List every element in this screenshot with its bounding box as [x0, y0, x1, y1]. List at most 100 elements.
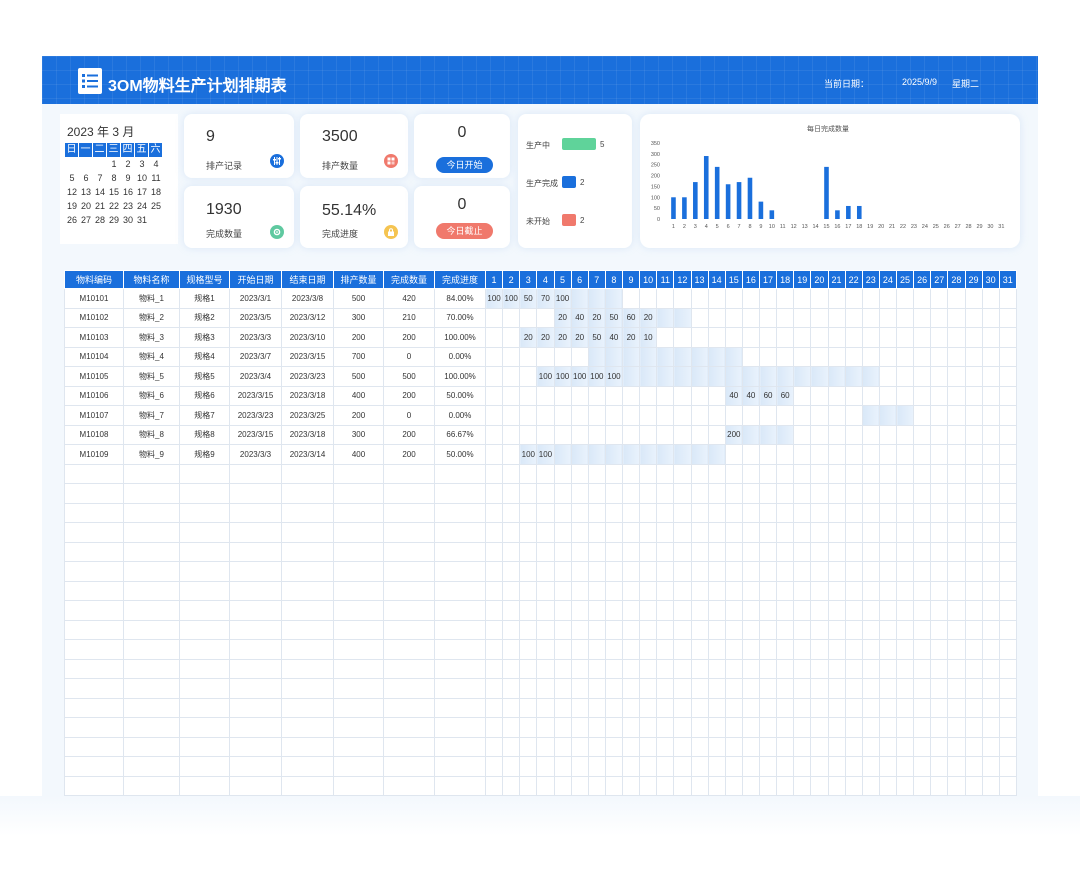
empty-cell[interactable]	[281, 541, 334, 562]
day-cell[interactable]: 100	[536, 444, 555, 465]
day-cell[interactable]	[484, 405, 504, 426]
empty-cell[interactable]	[333, 483, 384, 504]
day-cell[interactable]	[673, 307, 692, 328]
day-cell[interactable]	[844, 405, 863, 426]
empty-cell[interactable]	[621, 502, 641, 523]
empty-cell[interactable]	[484, 600, 504, 621]
empty-cell[interactable]	[947, 580, 966, 601]
day-cell[interactable]	[673, 385, 692, 406]
empty-cell[interactable]	[861, 541, 880, 562]
empty-cell[interactable]	[895, 502, 915, 523]
calendar-day[interactable]: 29	[107, 213, 121, 227]
empty-cell[interactable]	[519, 678, 538, 699]
day-cell[interactable]	[895, 288, 915, 309]
empty-cell[interactable]	[604, 502, 624, 523]
day-cell[interactable]	[502, 327, 521, 348]
empty-cell[interactable]	[861, 619, 880, 640]
empty-cell[interactable]	[998, 658, 1017, 679]
empty-cell[interactable]	[604, 639, 624, 660]
empty-cell[interactable]	[810, 639, 829, 660]
empty-cell[interactable]	[861, 775, 880, 796]
day-cell[interactable]: 20	[587, 307, 606, 328]
empty-cell[interactable]	[656, 756, 675, 777]
day-cell[interactable]	[998, 327, 1017, 348]
empty-cell[interactable]	[553, 658, 572, 679]
day-cell[interactable]: 20	[536, 327, 555, 348]
empty-cell[interactable]	[724, 736, 743, 757]
day-cell[interactable]: 20	[639, 307, 658, 328]
day-cell[interactable]	[570, 444, 589, 465]
empty-cell[interactable]	[656, 580, 675, 601]
day-cell[interactable]: 60	[776, 385, 795, 406]
empty-cell[interactable]	[810, 463, 829, 484]
empty-cell[interactable]	[878, 502, 898, 523]
day-cell[interactable]: 60	[621, 307, 641, 328]
day-cell[interactable]	[707, 385, 726, 406]
empty-cell[interactable]	[981, 697, 1000, 718]
day-cell[interactable]	[861, 385, 880, 406]
empty-cell[interactable]	[536, 502, 555, 523]
empty-cell[interactable]	[758, 678, 778, 699]
day-cell[interactable]	[519, 366, 538, 387]
empty-cell[interactable]	[844, 561, 863, 582]
empty-cell[interactable]	[930, 775, 949, 796]
day-cell[interactable]	[570, 288, 589, 309]
day-cell[interactable]	[758, 405, 778, 426]
empty-cell[interactable]	[758, 541, 778, 562]
empty-cell[interactable]	[123, 697, 180, 718]
empty-cell[interactable]	[123, 580, 180, 601]
empty-cell[interactable]	[434, 463, 486, 484]
empty-cell[interactable]	[707, 658, 726, 679]
empty-cell[interactable]	[123, 483, 180, 504]
empty-cell[interactable]	[333, 775, 384, 796]
empty-cell[interactable]	[981, 756, 1000, 777]
empty-cell[interactable]	[484, 639, 504, 660]
day-cell[interactable]	[741, 405, 761, 426]
calendar-day[interactable]: 15	[107, 185, 121, 199]
empty-cell[interactable]	[179, 541, 230, 562]
day-cell[interactable]	[484, 444, 504, 465]
calendar-day[interactable]: 20	[79, 199, 93, 213]
calendar-day[interactable]: 19	[65, 199, 79, 213]
day-cell[interactable]	[981, 424, 1000, 445]
day-cell[interactable]	[587, 346, 606, 367]
empty-cell[interactable]	[621, 561, 641, 582]
empty-cell[interactable]	[895, 561, 915, 582]
day-cell[interactable]: 50	[587, 327, 606, 348]
empty-cell[interactable]	[878, 580, 898, 601]
empty-cell[interactable]	[673, 697, 692, 718]
empty-cell[interactable]	[570, 756, 589, 777]
empty-cell[interactable]	[639, 639, 658, 660]
calendar-day[interactable]: 30	[121, 213, 135, 227]
empty-cell[interactable]	[776, 658, 795, 679]
empty-cell[interactable]	[434, 697, 486, 718]
empty-cell[interactable]	[758, 697, 778, 718]
empty-cell[interactable]	[281, 463, 334, 484]
empty-cell[interactable]	[878, 639, 898, 660]
empty-cell[interactable]	[707, 717, 726, 738]
empty-cell[interactable]	[281, 775, 334, 796]
empty-cell[interactable]	[741, 541, 761, 562]
day-cell[interactable]	[741, 424, 761, 445]
empty-cell[interactable]	[383, 522, 435, 543]
empty-cell[interactable]	[861, 756, 880, 777]
empty-cell[interactable]	[844, 639, 863, 660]
empty-cell[interactable]	[895, 775, 915, 796]
empty-cell[interactable]	[998, 697, 1017, 718]
empty-cell[interactable]	[656, 483, 675, 504]
empty-cell[interactable]	[229, 775, 282, 796]
empty-cell[interactable]	[964, 756, 983, 777]
today-start-button[interactable]: 今日开始	[436, 157, 493, 173]
empty-cell[interactable]	[553, 756, 572, 777]
day-cell[interactable]	[673, 366, 692, 387]
empty-cell[interactable]	[484, 522, 504, 543]
empty-cell[interactable]	[570, 717, 589, 738]
empty-cell[interactable]	[690, 580, 709, 601]
empty-cell[interactable]	[861, 717, 880, 738]
empty-cell[interactable]	[179, 619, 230, 640]
empty-cell[interactable]	[793, 541, 812, 562]
empty-cell[interactable]	[281, 580, 334, 601]
empty-cell[interactable]	[930, 600, 949, 621]
empty-cell[interactable]	[964, 522, 983, 543]
empty-cell[interactable]	[570, 502, 589, 523]
